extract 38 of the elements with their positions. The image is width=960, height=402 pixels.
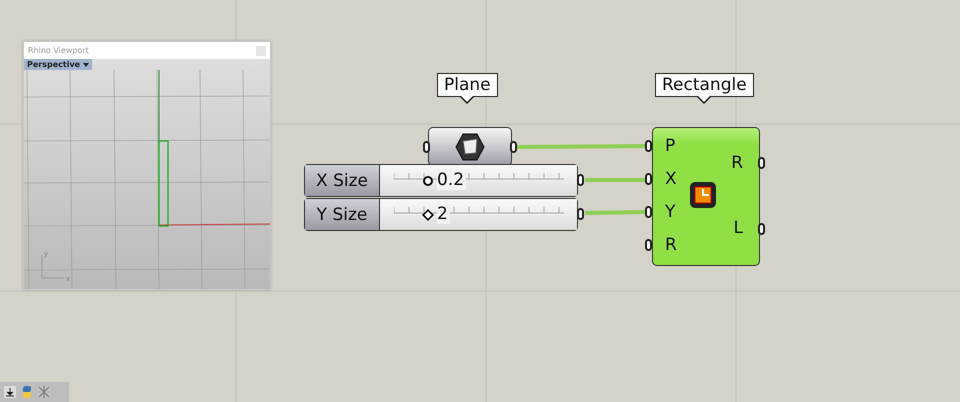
slider-value: 2 bbox=[437, 204, 450, 224]
view-tab[interactable]: Perspective bbox=[24, 59, 92, 70]
output-label: R bbox=[731, 153, 743, 173]
input-port[interactable] bbox=[645, 239, 652, 251]
input-label: P bbox=[665, 136, 676, 156]
rectangle-icon bbox=[688, 180, 718, 210]
number-slider[interactable]: Y Size 2 bbox=[304, 198, 578, 231]
number-slider[interactable]: X Size 0.2 bbox=[304, 164, 578, 197]
slider-knob[interactable] bbox=[422, 209, 434, 221]
output-port[interactable] bbox=[577, 208, 584, 220]
slider-track[interactable]: 2 bbox=[380, 199, 577, 230]
output-port[interactable] bbox=[758, 223, 765, 235]
output-port[interactable] bbox=[758, 157, 765, 169]
rectangle-node[interactable]: P X Y R R L bbox=[652, 127, 760, 266]
wire bbox=[585, 178, 645, 182]
input-port[interactable] bbox=[645, 140, 652, 152]
tooltip-pointer-icon bbox=[460, 96, 474, 104]
input-label: R bbox=[665, 235, 677, 255]
caret-icon bbox=[83, 62, 90, 68]
slider-label: X Size bbox=[305, 165, 380, 196]
slider-knob[interactable] bbox=[423, 176, 433, 186]
input-port[interactable] bbox=[645, 173, 652, 185]
output-port[interactable] bbox=[577, 174, 584, 186]
download-icon[interactable] bbox=[3, 385, 17, 399]
plane-icon bbox=[455, 132, 485, 162]
input-port[interactable] bbox=[645, 206, 652, 218]
input-label: X bbox=[665, 169, 677, 189]
input-label: Y bbox=[665, 202, 676, 222]
wire bbox=[584, 210, 646, 215]
output-label: L bbox=[734, 218, 743, 238]
tooltip-pointer-icon bbox=[697, 96, 712, 104]
plane-node[interactable] bbox=[428, 127, 512, 166]
slider-value: 0.2 bbox=[437, 170, 466, 190]
slider-label: Y Size bbox=[305, 199, 380, 230]
input-port[interactable] bbox=[423, 141, 430, 153]
output-port[interactable] bbox=[510, 141, 517, 153]
window-title: Rhino Viewport bbox=[28, 46, 89, 56]
slider-track[interactable]: 0.2 bbox=[380, 165, 577, 196]
